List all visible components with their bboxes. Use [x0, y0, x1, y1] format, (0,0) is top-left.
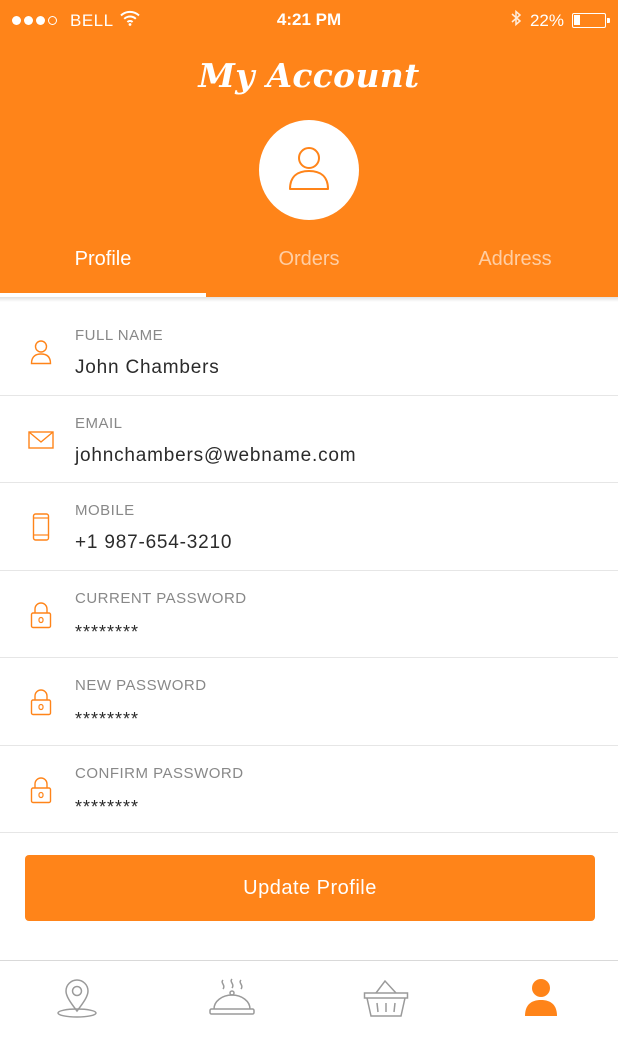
full-name-field[interactable]: FULL NAME John Chambers: [0, 308, 618, 396]
update-profile-button[interactable]: Update Profile: [25, 855, 595, 921]
user-icon: [287, 144, 331, 197]
nav-location[interactable]: [0, 961, 155, 1040]
avatar[interactable]: [259, 120, 359, 220]
nav-food[interactable]: [155, 961, 310, 1040]
current-password-label: CURRENT PASSWORD: [75, 589, 247, 607]
user-icon: [523, 978, 559, 1023]
full-name-label: FULL NAME: [75, 327, 164, 344]
page-title: My Account: [198, 56, 420, 95]
status-bar: BELL 4:21 PM 22%: [0, 0, 618, 40]
new-password-field[interactable]: NEW PASSWORD ********: [0, 658, 618, 746]
account-tabs: Profile Orders Address: [0, 236, 618, 297]
food-cloche-icon: [209, 978, 255, 1023]
nav-account[interactable]: [464, 961, 618, 1040]
lock-icon: [27, 775, 55, 805]
full-name-value[interactable]: John Chambers: [75, 357, 220, 379]
tab-orders[interactable]: Orders: [206, 236, 412, 297]
new-password-label: NEW PASSWORD: [75, 677, 207, 694]
confirm-password-field[interactable]: CONFIRM PASSWORD ********: [0, 746, 618, 833]
status-right: 22%: [510, 9, 610, 32]
profile-form: FULL NAME John Chambers EMAIL johnchambe…: [0, 308, 618, 833]
confirm-password-label: CONFIRM PASSWORD: [75, 764, 244, 782]
email-label: EMAIL: [75, 414, 123, 432]
battery-percent: 22%: [529, 10, 564, 30]
mobile-value[interactable]: +1 987-654-3210: [75, 532, 232, 554]
user-icon: [27, 337, 55, 367]
email-field[interactable]: EMAIL johnchambers@webname.com: [0, 396, 618, 483]
mobile-label: MOBILE: [75, 502, 135, 519]
lock-icon: [27, 687, 55, 717]
nav-basket[interactable]: [309, 961, 464, 1040]
email-value[interactable]: johnchambers@webname.com: [75, 445, 356, 467]
tab-address[interactable]: Address: [412, 236, 618, 297]
mobile-field[interactable]: MOBILE +1 987-654-3210: [0, 483, 618, 571]
current-password-value[interactable]: ********: [75, 622, 139, 643]
bluetooth-icon: [510, 9, 522, 32]
new-password-value[interactable]: ********: [75, 709, 139, 730]
location-pin-icon: [56, 978, 98, 1023]
battery-icon: [572, 13, 610, 28]
basket-icon: [363, 978, 409, 1023]
header: BELL 4:21 PM 22% My Account Profile Orde…: [0, 0, 618, 297]
header-shadow: [0, 297, 618, 302]
lock-icon: [27, 600, 55, 630]
tab-profile[interactable]: Profile: [0, 236, 206, 297]
confirm-password-value[interactable]: ********: [75, 797, 139, 818]
bottom-nav: [0, 960, 618, 1040]
envelope-icon: [27, 425, 55, 455]
current-password-field[interactable]: CURRENT PASSWORD ********: [0, 571, 618, 658]
phone-icon: [27, 512, 55, 542]
